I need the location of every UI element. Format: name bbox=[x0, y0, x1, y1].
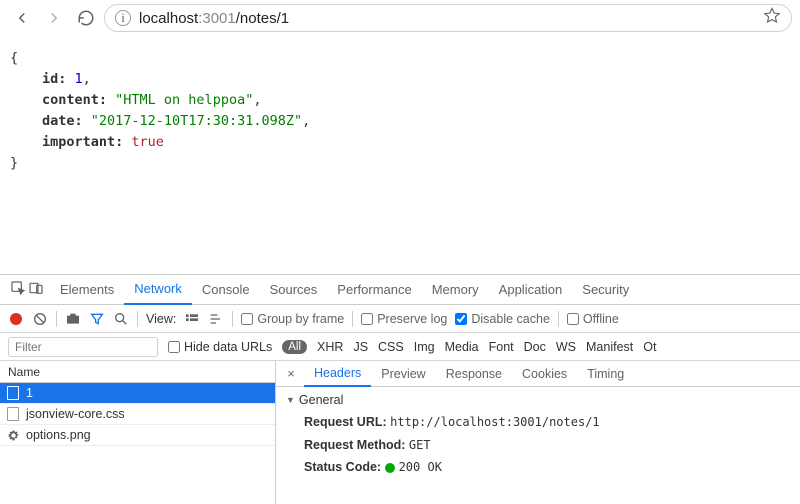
request-list-header: Name bbox=[0, 361, 275, 383]
devtools-tab-console[interactable]: Console bbox=[192, 275, 260, 305]
detail-tab-response[interactable]: Response bbox=[436, 361, 512, 387]
back-button[interactable] bbox=[8, 4, 36, 32]
request-detail: × HeadersPreviewResponseCookiesTiming ▼ … bbox=[276, 361, 800, 504]
offline-checkbox[interactable]: Offline bbox=[567, 312, 619, 326]
devtools-tab-sources[interactable]: Sources bbox=[260, 275, 328, 305]
network-filter-bar: Hide data URLs All XHR JS CSS Img Media Font D… bbox=[0, 333, 800, 361]
disclosure-triangle-icon: ▼ bbox=[286, 395, 295, 405]
url-text: localhost:3001/notes/1 bbox=[139, 10, 289, 27]
filter-type-ws[interactable]: WS bbox=[556, 340, 576, 354]
request-name: jsonview-core.css bbox=[26, 407, 125, 421]
request-row[interactable]: jsonview-core.css bbox=[0, 404, 275, 425]
filter-all[interactable]: All bbox=[282, 340, 307, 354]
devtools-panel: ElementsNetworkConsoleSourcesPerformance… bbox=[0, 274, 800, 504]
status-code-row: Status Code: 200 OK bbox=[286, 456, 790, 479]
filter-type-css[interactable]: CSS bbox=[378, 340, 404, 354]
general-section-header[interactable]: ▼ General bbox=[286, 393, 790, 407]
request-list: Name 1 jsonview-core.css options.png bbox=[0, 361, 276, 504]
filter-type-js[interactable]: JS bbox=[353, 340, 368, 354]
filter-type-ot[interactable]: Ot bbox=[643, 340, 656, 354]
filter-input[interactable] bbox=[8, 337, 158, 357]
device-toggle-icon[interactable] bbox=[28, 280, 44, 299]
large-rows-icon[interactable] bbox=[184, 311, 200, 327]
request-name: options.png bbox=[26, 428, 91, 442]
json-brace-close: } bbox=[10, 153, 790, 174]
request-row[interactable]: 1 bbox=[0, 383, 275, 404]
search-icon[interactable] bbox=[113, 311, 129, 327]
hide-data-urls-checkbox[interactable]: Hide data URLs bbox=[168, 340, 272, 354]
devtools-tab-security[interactable]: Security bbox=[572, 275, 639, 305]
disable-cache-checkbox[interactable]: Disable cache bbox=[455, 312, 550, 326]
clear-button[interactable] bbox=[32, 311, 48, 327]
detail-tab-preview[interactable]: Preview bbox=[371, 361, 435, 387]
bookmark-star-icon[interactable] bbox=[763, 7, 781, 29]
json-row: id: 1, bbox=[10, 69, 790, 90]
request-url-row: Request URL: http://localhost:3001/notes… bbox=[286, 411, 790, 434]
devtools-tab-elements[interactable]: Elements bbox=[50, 275, 124, 305]
reload-button[interactable] bbox=[72, 4, 100, 32]
filter-type-font[interactable]: Font bbox=[489, 340, 514, 354]
devtools-tab-performance[interactable]: Performance bbox=[327, 275, 421, 305]
devtools-tab-memory[interactable]: Memory bbox=[422, 275, 489, 305]
detail-tab-bar: × HeadersPreviewResponseCookiesTiming bbox=[276, 361, 800, 387]
request-row[interactable]: options.png bbox=[0, 425, 275, 446]
filter-type-media[interactable]: Media bbox=[445, 340, 479, 354]
json-row: date: "2017-12-10T17:30:31.098Z", bbox=[10, 111, 790, 132]
address-bar[interactable]: i localhost:3001/notes/1 bbox=[104, 4, 792, 32]
inspect-element-icon[interactable] bbox=[10, 280, 26, 299]
request-method-row: Request Method: GET bbox=[286, 434, 790, 457]
browser-toolbar: i localhost:3001/notes/1 bbox=[0, 0, 800, 36]
detail-tab-cookies[interactable]: Cookies bbox=[512, 361, 577, 387]
group-by-frame-checkbox[interactable]: Group by frame bbox=[241, 312, 344, 326]
devtools-tab-network[interactable]: Network bbox=[124, 275, 192, 305]
network-toolbar: View: Group by frame Preserve log Disabl… bbox=[0, 305, 800, 333]
devtools-tab-application[interactable]: Application bbox=[489, 275, 573, 305]
status-dot-icon bbox=[385, 463, 395, 473]
filter-type-doc[interactable]: Doc bbox=[524, 340, 546, 354]
capture-screenshot-icon[interactable] bbox=[65, 311, 81, 327]
devtools-tab-bar: ElementsNetworkConsoleSourcesPerformance… bbox=[0, 275, 800, 305]
waterfall-icon[interactable] bbox=[208, 311, 224, 327]
filter-type-xhr[interactable]: XHR bbox=[317, 340, 343, 354]
close-detail-icon[interactable]: × bbox=[282, 367, 300, 381]
filter-icon[interactable] bbox=[89, 311, 105, 327]
document-icon bbox=[6, 386, 20, 400]
site-info-icon[interactable]: i bbox=[115, 10, 131, 26]
json-viewer: { id: 1,content: "HTML on helppoa",date:… bbox=[0, 36, 800, 186]
preserve-log-checkbox[interactable]: Preserve log bbox=[361, 312, 447, 326]
view-label: View: bbox=[146, 312, 176, 326]
json-row: important: true bbox=[10, 132, 790, 153]
request-name: 1 bbox=[26, 386, 33, 400]
detail-tab-timing[interactable]: Timing bbox=[577, 361, 634, 387]
json-brace-open: { bbox=[10, 48, 790, 69]
json-row: content: "HTML on helppoa", bbox=[10, 90, 790, 111]
record-button[interactable] bbox=[8, 311, 24, 327]
detail-tab-headers[interactable]: Headers bbox=[304, 361, 371, 387]
filter-type-img[interactable]: Img bbox=[414, 340, 435, 354]
forward-button[interactable] bbox=[40, 4, 68, 32]
gear-icon bbox=[6, 428, 20, 442]
document-icon bbox=[6, 407, 20, 421]
filter-type-manifest[interactable]: Manifest bbox=[586, 340, 633, 354]
